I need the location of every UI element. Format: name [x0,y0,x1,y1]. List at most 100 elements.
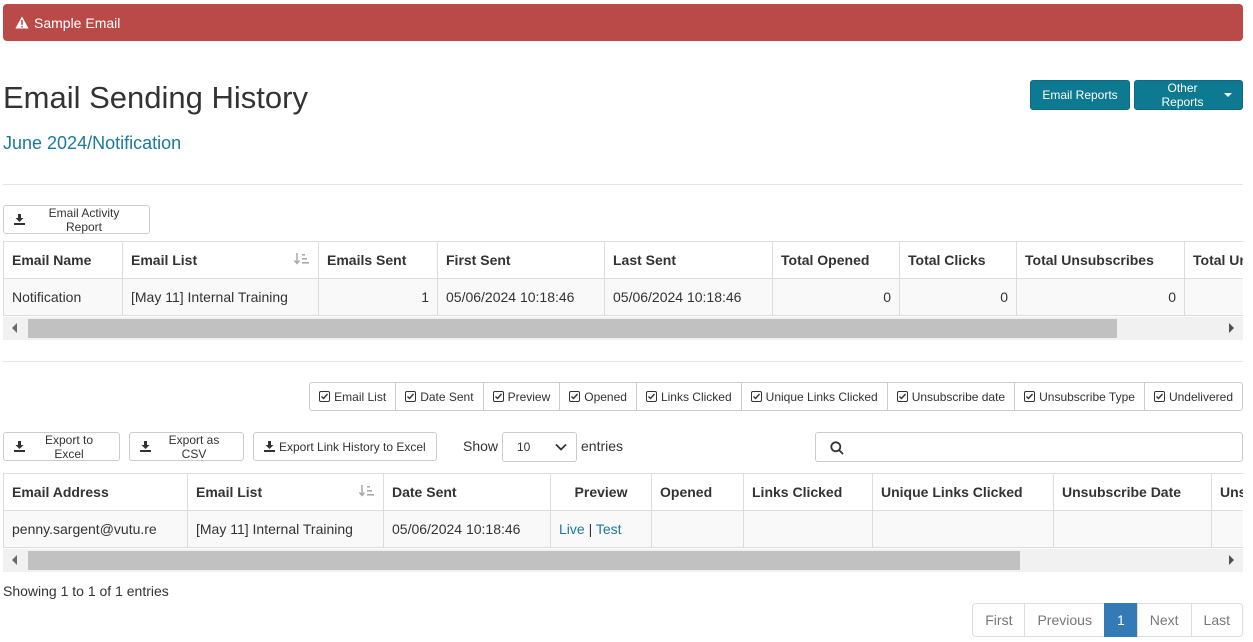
export-link-history-label: Export Link History to Excel [279,439,426,454]
cell-unsubscribe-type [1211,510,1243,548]
page-length-value: 10 [517,440,531,454]
cell-email-name: Notification [3,278,123,316]
toggle-links-clicked[interactable]: Links Clicked [635,382,742,411]
checkbox-checked-icon [319,391,331,402]
col-header-email-list[interactable]: Email List [122,241,319,279]
detail-header-row: Email Address Email List Date Sent Previ… [3,473,1243,511]
page-subtitle: June 2024/Notification [3,133,182,153]
col-header-emails-sent[interactable]: Emails Sent [318,241,438,279]
page-previous[interactable]: Previous [1024,603,1105,637]
summary-horizontal-scrollbar[interactable] [3,317,1243,340]
cell-email-list: [May 11] Internal Training [187,510,384,548]
toggle-label: Unique Links Clicked [765,389,878,404]
cell-total-opened: 0 [772,278,900,316]
col-header-last-sent[interactable]: Last Sent [604,241,773,279]
column-visibility-toggles: Email List Date Sent Preview Opened Link… [309,382,1243,411]
export-csv-button[interactable]: Export as CSV [129,432,244,461]
email-reports-button[interactable]: Email Reports [1030,80,1130,110]
toggle-unique-links-clicked[interactable]: Unique Links Clicked [740,382,888,411]
toggle-opened[interactable]: Opened [559,382,637,411]
checkbox-checked-icon [492,391,504,402]
toggle-label: Unsubscribe date [911,389,1006,404]
download-icon [140,441,151,452]
detail-table: Email Address Email List Date Sent Previ… [3,473,1243,548]
detail-horizontal-scrollbar[interactable] [3,549,1243,572]
table-info: Showing 1 to 1 of 1 entries [3,583,169,599]
col-header-opened[interactable]: Opened [651,473,744,511]
export-excel-button[interactable]: Export to Excel [3,432,120,461]
col-header-total-unsubscribes[interactable]: Total Unsubscribes [1016,241,1185,279]
page-title: Email Sending History [3,80,308,115]
cell-total-unsubscribes: 0 [1016,278,1185,316]
toggle-label: Links Clicked [660,389,732,404]
toggle-preview[interactable]: Preview [482,382,561,411]
email-activity-report-label: Email Activity Report [48,205,120,234]
col-header-unique-links-clicked[interactable]: Unique Links Clicked [872,473,1054,511]
cell-emails-sent: 1 [318,278,438,316]
download-icon [14,441,25,452]
entries-label: entries [581,438,624,454]
col-header-email-list-label: Email List [131,252,198,268]
email-activity-report-button[interactable]: Email Activity Report [3,205,150,234]
col-header-total-opened[interactable]: Total Opened [772,241,900,279]
col-header-email-list-label: Email List [196,484,263,500]
page-next[interactable]: Next [1136,603,1192,637]
other-reports-label: Other Reports [1161,81,1204,109]
caret-down-icon [1224,93,1232,97]
scroll-right-icon[interactable] [1229,323,1234,333]
search-box [815,432,1243,462]
scrollbar-thumb[interactable] [28,551,1020,570]
cell-total-clicks: 0 [899,278,1017,316]
col-header-date-sent[interactable]: Date Sent [383,473,551,511]
col-header-unsubscribe-date[interactable]: Unsubscribe Date [1053,473,1212,511]
alert-text: Sample Email [34,14,121,31]
cell-first-sent: 05/06/2024 10:18:46 [437,278,605,316]
scroll-left-icon[interactable] [12,323,17,333]
export-excel-label: Export to Excel [44,432,94,461]
toggle-date-sent[interactable]: Date Sent [395,382,484,411]
toggle-unsubscribe-type[interactable]: Unsubscribe Type [1014,382,1145,411]
preview-live-link[interactable]: Live [559,521,585,537]
col-header-email-address[interactable]: Email Address [3,473,188,511]
page-1[interactable]: 1 [1103,603,1138,637]
col-header-unsubscribe-type[interactable]: Unsubscribe Type [1211,473,1243,511]
other-reports-dropdown-button[interactable]: Other Reports [1134,80,1243,110]
page-length-select[interactable]: 10 [502,432,577,462]
cell-preview: Live | Test [550,510,652,548]
cell-unique-links-clicked [872,510,1054,548]
toggle-label: Preview [507,389,551,404]
cell-email-list: [May 11] Internal Training [122,278,319,316]
col-header-total-undelivered[interactable]: Total Undelivered [1184,241,1243,279]
sort-icon[interactable] [359,485,375,499]
sort-icon[interactable] [294,253,310,267]
scroll-left-icon[interactable] [12,555,17,565]
scrollbar-thumb[interactable] [28,319,1117,338]
search-icon [830,441,844,455]
col-header-first-sent[interactable]: First Sent [437,241,605,279]
col-header-total-clicks[interactable]: Total Clicks [899,241,1017,279]
search-input[interactable] [852,435,1237,459]
toggle-email-list[interactable]: Email List [309,382,397,411]
toggle-undelivered[interactable]: Undelivered [1143,382,1243,411]
export-link-history-button[interactable]: Export Link History to Excel [253,432,437,461]
download-icon [264,441,275,452]
toggle-unsubscribe-date[interactable]: Unsubscribe date [886,382,1016,411]
toggle-label: Opened [584,389,627,404]
export-csv-label: Export as CSV [168,432,220,461]
toggle-label: Unsubscribe Type [1039,389,1135,404]
col-header-preview[interactable]: Preview [550,473,652,511]
checkbox-checked-icon [405,391,417,402]
page-last[interactable]: Last [1190,603,1243,637]
preview-test-link[interactable]: Test [596,521,622,537]
col-header-email-name[interactable]: Email Name [3,241,123,279]
checkbox-checked-icon [569,391,581,402]
divider [3,361,1243,362]
col-header-email-list[interactable]: Email List [187,473,384,511]
scroll-right-icon[interactable] [1229,555,1234,565]
cell-opened [651,510,744,548]
col-header-links-clicked[interactable]: Links Clicked [743,473,873,511]
page-first[interactable]: First [972,603,1026,637]
checkbox-checked-icon [896,391,908,402]
show-label: Show [463,438,499,454]
pagination: First Previous 1 Next Last [972,603,1243,637]
